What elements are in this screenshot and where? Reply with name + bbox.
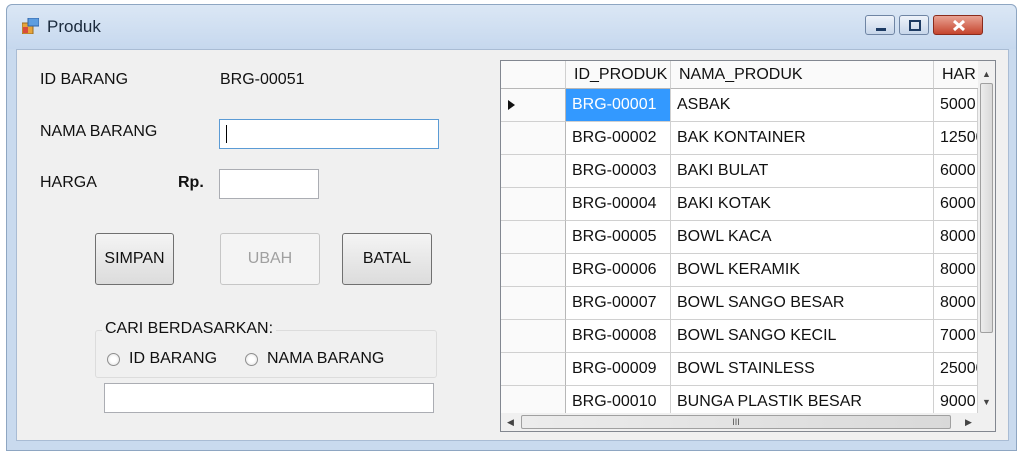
row-header[interactable] [501, 254, 566, 287]
form-client-area: ID BARANG BRG-00051 NAMA BARANG HARGA Rp… [16, 49, 1009, 441]
scroll-right-icon[interactable]: ▶ [965, 417, 972, 427]
produk-window: Produk ID BARANG BRG-00051 NAMA BARANG H… [6, 4, 1017, 451]
horizontal-scroll-thumb[interactable]: III [521, 415, 951, 429]
close-button[interactable] [933, 15, 983, 35]
search-group-title: CARI BERDASARKAN: [102, 320, 277, 338]
table-cell[interactable]: BAKI BULAT [671, 155, 934, 188]
table-cell[interactable]: 7000 [934, 320, 978, 353]
currency-label: Rp. [178, 174, 204, 191]
row-header[interactable] [501, 287, 566, 320]
table-cell[interactable]: BOWL KERAMIK [671, 254, 934, 287]
table-cell[interactable]: 5000 [934, 89, 978, 122]
radio-nama-barang-label[interactable]: NAMA BARANG [267, 350, 384, 368]
table-cell[interactable]: BRG-00004 [566, 188, 671, 221]
row-pointer-icon [508, 100, 515, 110]
simpan-button[interactable]: SIMPAN [95, 233, 174, 285]
table-cell[interactable]: BAKI KOTAK [671, 188, 934, 221]
table-cell[interactable]: BRG-00008 [566, 320, 671, 353]
row-header[interactable] [501, 353, 566, 386]
ubah-button[interactable]: UBAH [220, 233, 320, 285]
table-cell[interactable]: BRG-00003 [566, 155, 671, 188]
text-caret [226, 125, 227, 143]
row-header[interactable] [501, 89, 566, 122]
table-cell[interactable]: ASBAK [671, 89, 934, 122]
row-header[interactable] [501, 155, 566, 188]
table-cell[interactable]: BOWL KACA [671, 221, 934, 254]
harga-label: HARGA [40, 174, 97, 191]
nama-barang-input[interactable] [219, 119, 439, 149]
row-header[interactable] [501, 320, 566, 353]
scroll-grip: III [732, 417, 740, 427]
table-cell[interactable]: BOWL STAINLESS [671, 353, 934, 386]
table-cell[interactable]: BRG-00006 [566, 254, 671, 287]
table-cell[interactable]: BRG-00005 [566, 221, 671, 254]
batal-button[interactable]: BATAL [342, 233, 432, 285]
id-barang-label: ID BARANG [40, 71, 129, 88]
scroll-up-icon[interactable]: ▲ [982, 69, 991, 79]
row-header[interactable] [501, 221, 566, 254]
table-cell[interactable]: 8000 [934, 254, 978, 287]
table-cell[interactable]: BRG-00001 [566, 89, 671, 122]
scroll-down-icon[interactable]: ▼ [982, 397, 991, 407]
vertical-scrollbar[interactable]: ▲ ▼ [978, 61, 995, 413]
table-cell[interactable]: BRG-00009 [566, 353, 671, 386]
column-header-id-produk[interactable]: ID_PRODUK [566, 61, 671, 89]
radio-id-barang[interactable] [107, 353, 120, 366]
scroll-left-icon[interactable]: ◀ [507, 417, 514, 427]
id-barang-value: BRG-00051 [220, 71, 305, 88]
table-cell[interactable]: BRG-00002 [566, 122, 671, 155]
table-cell[interactable]: 12500 [934, 122, 978, 155]
nama-barang-label: NAMA BARANG [40, 123, 158, 140]
row-header[interactable] [501, 188, 566, 221]
table-cell[interactable]: BAK KONTAINER [671, 122, 934, 155]
search-input[interactable] [104, 383, 434, 413]
maximize-icon [909, 20, 921, 31]
column-header-harga[interactable]: HAR [934, 61, 978, 89]
scrollbar-corner [978, 413, 995, 431]
minimize-icon [876, 28, 886, 31]
title-bar[interactable]: Produk [7, 5, 1016, 49]
row-header[interactable] [501, 122, 566, 155]
window-title: Produk [47, 17, 101, 36]
table-cell[interactable]: BOWL SANGO BESAR [671, 287, 934, 320]
minimize-button[interactable] [865, 15, 895, 35]
table-cell[interactable]: 8000 [934, 287, 978, 320]
produk-datagrid[interactable]: ID_PRODUK NAMA_PRODUK HAR BRG-00001 ASBAK… [500, 60, 996, 432]
table-cell[interactable]: 6000 [934, 188, 978, 221]
table-cell[interactable]: 25000 [934, 353, 978, 386]
form-icon [22, 18, 39, 34]
table-cell[interactable]: BRG-00007 [566, 287, 671, 320]
horizontal-scrollbar[interactable]: ◀ III ▶ [501, 413, 978, 431]
table-cell[interactable]: 6000 [934, 155, 978, 188]
harga-input[interactable] [219, 169, 319, 199]
table-cell[interactable]: 8000 [934, 221, 978, 254]
table-cell[interactable]: BOWL SANGO KECIL [671, 320, 934, 353]
vertical-scroll-thumb[interactable] [980, 83, 993, 333]
column-header-nama-produk[interactable]: NAMA_PRODUK [671, 61, 934, 89]
close-icon [952, 19, 966, 32]
maximize-button[interactable] [899, 15, 929, 35]
grid-corner-header[interactable] [501, 61, 566, 89]
radio-nama-barang[interactable] [245, 353, 258, 366]
radio-id-barang-label[interactable]: ID BARANG [129, 350, 217, 368]
